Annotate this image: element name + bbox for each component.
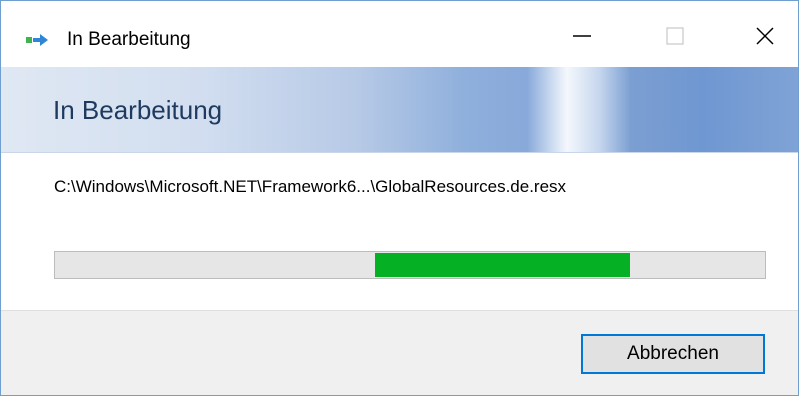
minimize-button[interactable] [554,15,610,61]
window-title: In Bearbeitung [67,29,191,50]
maximize-icon [665,26,685,51]
current-file-path: C:\Windows\Microsoft.NET\Framework6...\G… [54,177,567,196]
cancel-button[interactable]: Abbrechen [581,334,765,374]
progress-bar-fill [374,253,631,277]
progress-dialog: In Bearbeitung In Bearbeitung C:\Windows… [0,0,799,396]
file-transfer-icon [26,33,48,46]
header-banner: In Bearbeitung [1,67,798,153]
progress-bar [54,251,766,279]
maximize-button[interactable] [647,15,703,61]
header-title: In Bearbeitung [53,95,223,125]
title-bar[interactable]: In Bearbeitung [1,1,798,67]
close-button[interactable] [737,15,793,61]
minimize-icon [572,26,592,51]
close-icon [755,26,775,51]
